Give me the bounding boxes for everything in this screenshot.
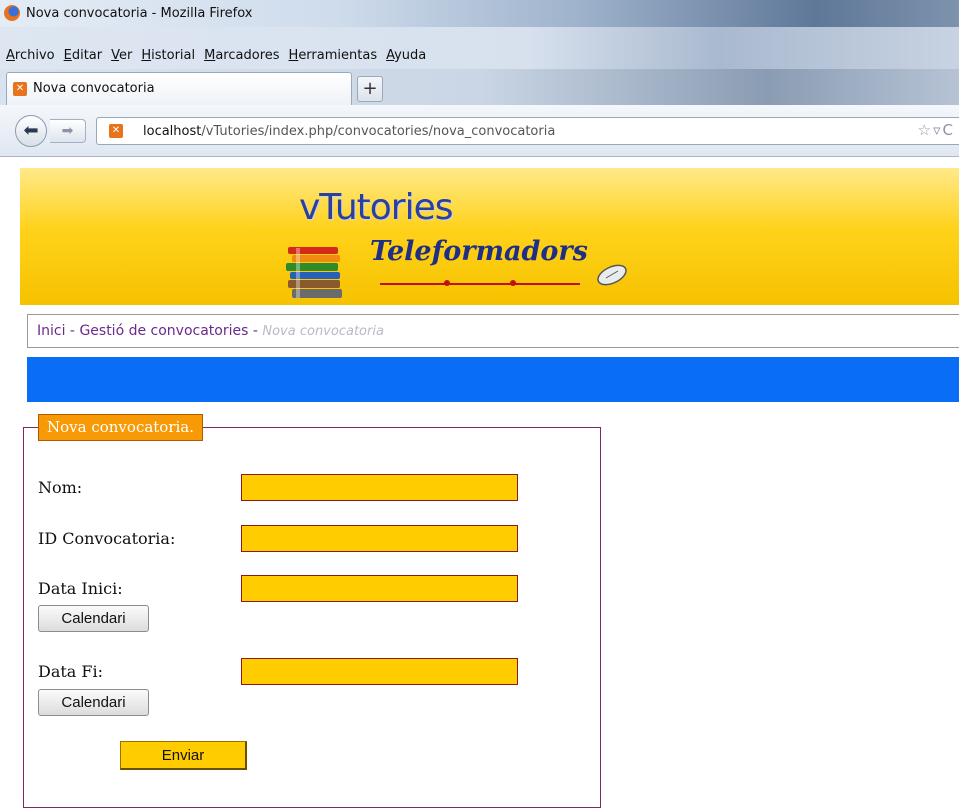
menubar: Archivo Editar Ver Historial Marcadores …: [0, 27, 959, 69]
logo-dot: [510, 280, 516, 286]
window-title: Nova convocatoria - Mozilla Firefox: [26, 6, 253, 21]
form-legend: Nova convocatoria.: [38, 414, 204, 441]
breadcrumb: Inici - Gestió de convocatories - Nova c…: [27, 314, 959, 348]
back-arrow-icon: ⬅: [23, 120, 39, 141]
menu-archivo[interactable]: Archivo: [6, 48, 55, 63]
navigation-bar: [27, 357, 959, 402]
bookmark-star-icon[interactable]: ☆: [918, 121, 933, 139]
data-inici-input[interactable]: [241, 575, 518, 602]
dropdown-arrow-icon[interactable]: ▿: [933, 121, 943, 139]
favicon-icon: ✕: [13, 82, 27, 96]
data-fi-input[interactable]: [241, 658, 518, 685]
books-logo-icon: [286, 247, 342, 298]
data-inici-label: Data Inici:: [38, 579, 123, 598]
tab-nova-convocatoria[interactable]: ✕ Nova convocatoria: [6, 72, 352, 105]
site-favicon-icon: ✕: [109, 124, 123, 138]
menu-historial[interactable]: Historial: [141, 48, 195, 63]
forward-button[interactable]: ➡: [50, 119, 86, 143]
firefox-logo-icon: [4, 5, 20, 21]
id-convocatoria-input[interactable]: [241, 525, 518, 552]
id-convocatoria-label: ID Convocatoria:: [38, 529, 176, 548]
submit-button[interactable]: Enviar: [120, 741, 247, 770]
menu-marcadores[interactable]: Marcadores: [204, 48, 279, 63]
breadcrumb-home-link[interactable]: Inici: [37, 323, 65, 339]
back-button[interactable]: ⬅: [15, 115, 47, 147]
tab-title: Nova convocatoria: [33, 81, 155, 96]
site-subtitle: Teleformadors: [370, 236, 588, 267]
breadcrumb-separator: -: [248, 323, 263, 339]
menu-ayuda[interactable]: Ayuda: [386, 48, 426, 63]
forward-arrow-icon: ➡: [61, 123, 74, 139]
url-host: localhost: [143, 124, 202, 139]
url-bar[interactable]: ✕ localhost/vTutories/index.php/convocat…: [96, 117, 959, 145]
data-inici-calendar-button[interactable]: Calendari: [38, 605, 149, 632]
url-actions: ☆▿C: [918, 121, 955, 139]
data-fi-label: Data Fi:: [38, 662, 104, 681]
nom-label: Nom:: [38, 478, 83, 497]
url-text[interactable]: localhost/vTutories/index.php/convocator…: [143, 124, 555, 139]
url-path: /vTutories/index.php/convocatories/nova_…: [201, 124, 556, 139]
window-titlebar: Nova convocatoria - Mozilla Firefox: [0, 0, 959, 27]
breadcrumb-current: Nova convocatoria: [262, 324, 384, 339]
nom-input[interactable]: [241, 474, 518, 501]
breadcrumb-separator: -: [65, 323, 80, 339]
site-title: vTutories: [299, 187, 453, 228]
computer-mouse-icon: [597, 264, 627, 286]
menu-editar[interactable]: Editar: [64, 48, 103, 63]
logo-line: [380, 283, 580, 285]
menu-ver[interactable]: Ver: [111, 48, 132, 63]
logo-dot: [444, 280, 450, 286]
reload-icon[interactable]: C: [943, 121, 955, 139]
new-tab-button[interactable]: +: [357, 76, 383, 102]
data-fi-calendar-button[interactable]: Calendari: [38, 689, 149, 716]
breadcrumb-section-link[interactable]: Gestió de convocatories: [79, 323, 248, 339]
menu-herramientas[interactable]: Herramientas: [289, 48, 378, 63]
